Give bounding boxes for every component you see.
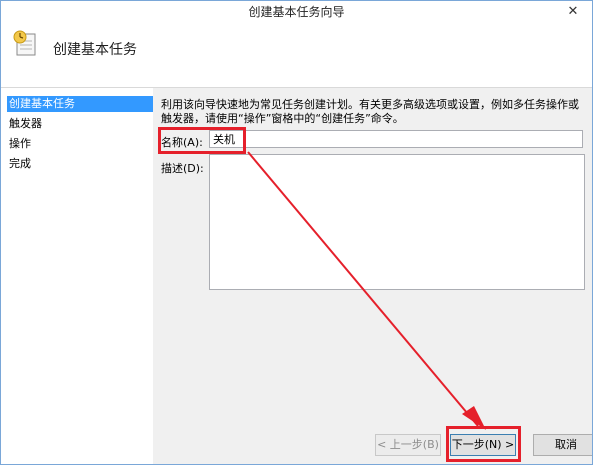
annotation-arrow xyxy=(247,151,486,430)
